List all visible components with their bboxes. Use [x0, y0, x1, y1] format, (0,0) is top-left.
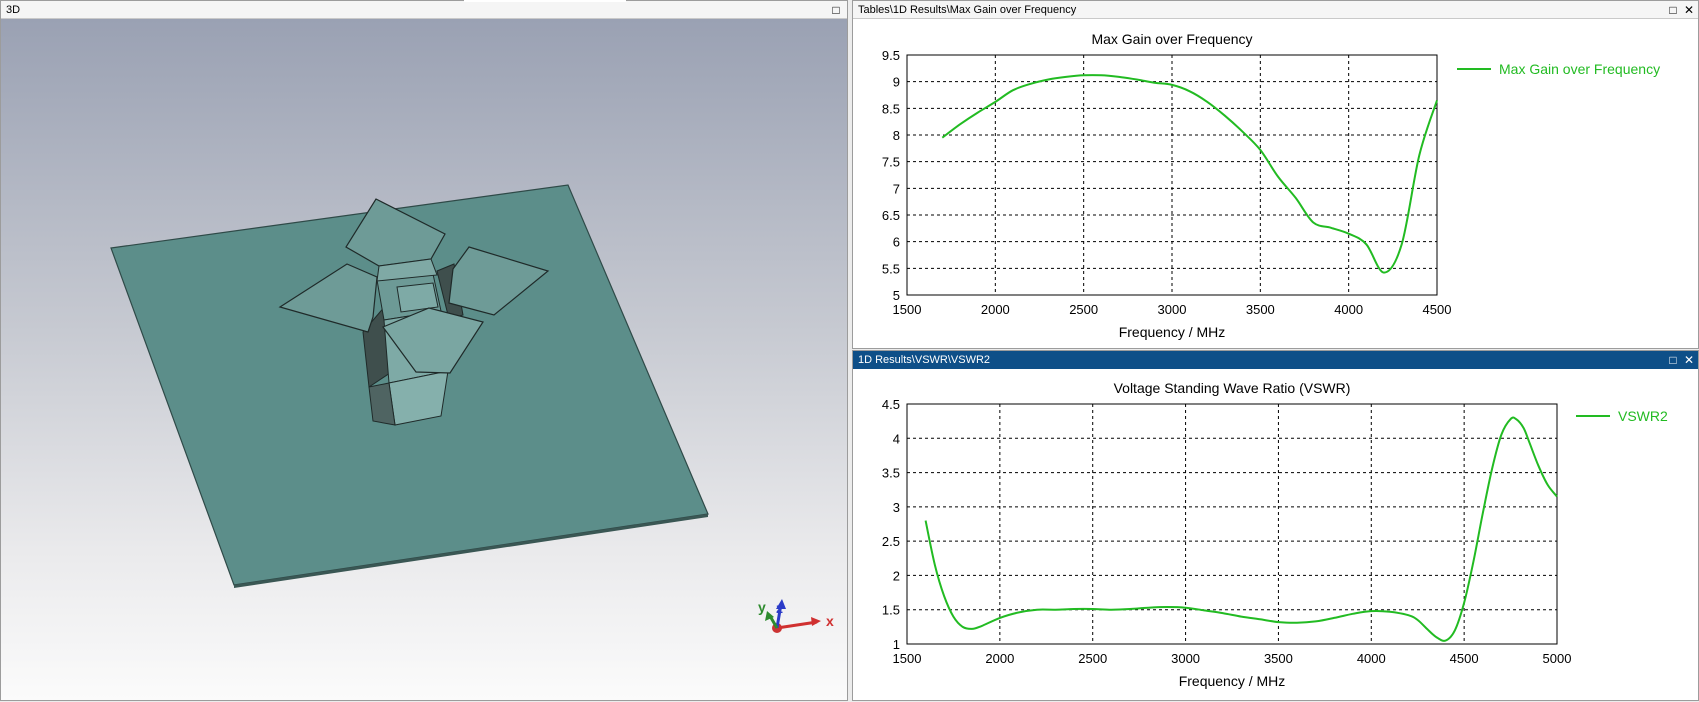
- gain-y-tick-label: 9.5: [882, 48, 900, 63]
- gain-y-tick-label: 7.5: [882, 155, 900, 170]
- toolbar-tab-strip: [464, 0, 626, 2]
- gain-y-tick-label: 9: [893, 75, 900, 90]
- gain-y-tick-label: 7: [893, 181, 900, 196]
- maximize-icon[interactable]: □: [829, 1, 843, 19]
- vswr-x-tick-label: 3000: [1171, 651, 1200, 666]
- gain-x-tick-label: 2500: [1069, 302, 1098, 317]
- vswr-x-axis-label: Frequency / MHz: [1179, 673, 1286, 689]
- vswr-x-tick-label: 4000: [1357, 651, 1386, 666]
- vswr-chart-title: Voltage Standing Wave Ratio (VSWR): [1114, 380, 1351, 396]
- vswr-x-tick-label: 2500: [1078, 651, 1107, 666]
- maximize-icon[interactable]: □: [1666, 1, 1680, 19]
- gain-chart-title: Max Gain over Frequency: [1091, 31, 1252, 47]
- z-axis-label: z: [776, 600, 783, 616]
- vswr-x-tick-label: 5000: [1543, 651, 1572, 666]
- gain-x-tick-label: 3500: [1246, 302, 1275, 317]
- feed-block-inner: [396, 282, 439, 313]
- 3d-view-titlebar[interactable]: 3D □: [1, 1, 847, 19]
- vswr-y-tick-label: 3: [893, 500, 900, 515]
- vswr-plot-area[interactable]: 1500 2000 2500 3000 3500 4000 4500 5000 1 1.5 2 2.5…: [853, 369, 1698, 700]
- 3d-viewport[interactable]: x y z: [1, 19, 847, 700]
- gain-x-axis-label: Frequency / MHz: [1119, 324, 1226, 340]
- gain-x-tick-label: 3000: [1158, 302, 1187, 317]
- maximize-icon[interactable]: □: [1666, 351, 1680, 369]
- gain-x-tick-label: 2000: [981, 302, 1010, 317]
- vswr-y-tick-label: 2: [893, 568, 900, 583]
- gain-x-tick-label: 1500: [893, 302, 922, 317]
- gain-x-tick-label: 4000: [1334, 302, 1363, 317]
- gain-y-tick-label: 8: [893, 128, 900, 143]
- vswr-plot-frame: [906, 403, 1558, 645]
- vswr-y-tick-label: 1: [893, 637, 900, 652]
- gain-x-tick-label: 4500: [1423, 302, 1452, 317]
- gain-legend-label: Max Gain over Frequency: [1499, 61, 1660, 77]
- vswr-legend-label: VSWR2: [1618, 408, 1668, 424]
- gain-y-tick-label: 8.5: [882, 101, 900, 116]
- vswr-titlebar[interactable]: 1D Results\VSWR\VSWR2 □ ✕: [853, 351, 1698, 369]
- vswr-chart[interactable]: 1500 2000 2500 3000 3500 4000 4500 5000 1 1.5 2 2.5…: [853, 369, 1698, 701]
- vswr-y-tick-label: 4.5: [882, 397, 900, 412]
- close-icon[interactable]: ✕: [1682, 1, 1696, 19]
- x-axis-label: x: [826, 613, 834, 629]
- gain-chart[interactable]: 1500 2000 2500 3000 3500 4000 4500 5 5.5 6 6.5 7 7.5…: [853, 19, 1698, 349]
- vswr-x-tick-label: 2000: [985, 651, 1014, 666]
- gain-plot-area[interactable]: 1500 2000 2500 3000 3500 4000 4500 5 5.5 6 6.5 7 7.5…: [853, 19, 1698, 348]
- vswr-y-tick-label: 3.5: [882, 466, 900, 481]
- axes-triad: x y z: [758, 599, 834, 633]
- vswr-x-tick-label: 3500: [1264, 651, 1293, 666]
- vswr-x-tick-label: 1500: [893, 651, 922, 666]
- gain-y-tick-label: 5.5: [882, 261, 900, 276]
- antenna-model[interactable]: x y z: [1, 19, 848, 701]
- close-icon[interactable]: ✕: [1682, 351, 1696, 369]
- vswr-y-tick-label: 1.5: [882, 603, 900, 618]
- gain-panel: Tables\1D Results\Max Gain over Frequenc…: [852, 0, 1699, 349]
- vswr-panel: 1D Results\VSWR\VSWR2 □ ✕ 1500 2000 2500 30…: [852, 350, 1699, 701]
- vswr-panel-title: 1D Results\VSWR\VSWR2: [858, 354, 991, 366]
- vswr-y-tick-label: 4: [893, 431, 900, 446]
- 3d-view-panel: 3D □ x y z: [0, 0, 848, 701]
- gain-y-tick-label: 6.5: [882, 208, 900, 223]
- gain-panel-title: Tables\1D Results\Max Gain over Frequenc…: [858, 4, 1077, 16]
- vswr-y-tick-label: 2.5: [882, 534, 900, 549]
- 3d-view-title: 3D: [6, 4, 21, 16]
- gain-y-tick-label: 6: [893, 235, 900, 250]
- y-axis-label: y: [758, 599, 766, 615]
- gain-titlebar[interactable]: Tables\1D Results\Max Gain over Frequenc…: [853, 1, 1698, 19]
- gain-y-tick-label: 5: [893, 288, 900, 303]
- vswr-x-tick-label: 4500: [1450, 651, 1479, 666]
